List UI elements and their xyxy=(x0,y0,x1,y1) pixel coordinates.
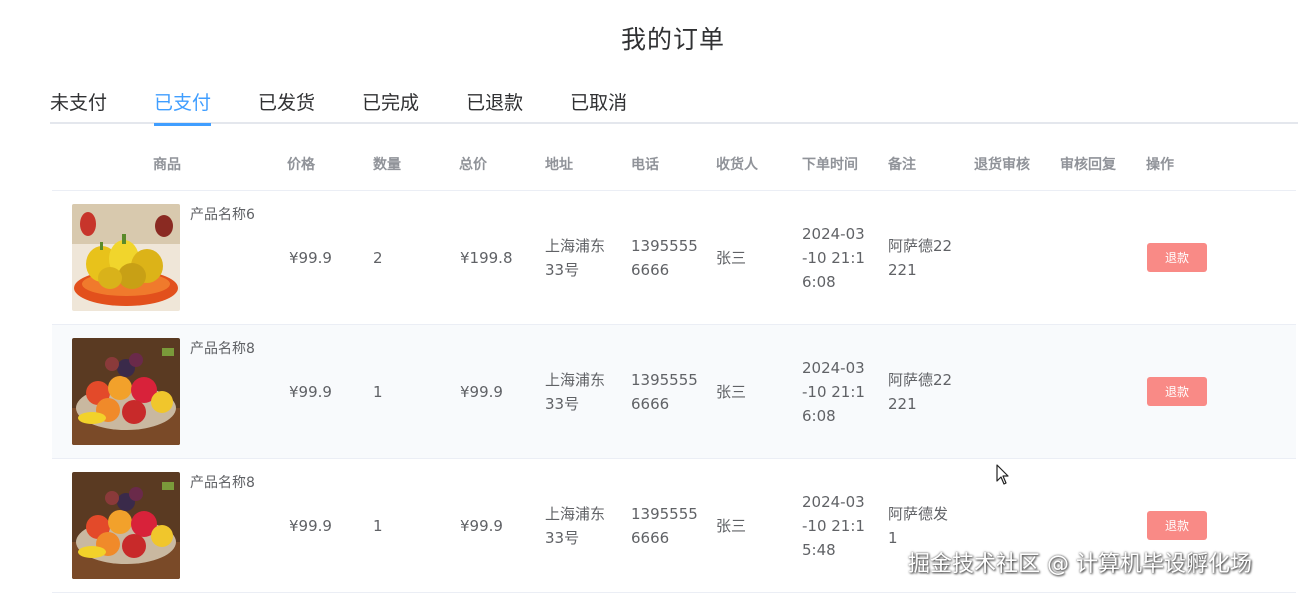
page-title: 我的订单 xyxy=(620,25,725,54)
phone-cell: 1395555 6666 xyxy=(631,505,698,547)
product-image-fruit-plate[interactable] xyxy=(72,472,180,579)
quantity-cell: 1 xyxy=(373,517,383,535)
header-refund-review: 退货审核 xyxy=(974,157,1030,173)
receiver-cell: 张三 xyxy=(716,249,747,267)
mouse-cursor-icon xyxy=(996,464,1009,485)
receiver-cell: 张三 xyxy=(716,383,747,401)
header-phone: 电话 xyxy=(631,157,659,173)
watermark: 掘金技术社区 @ 计算机毕设孵化场 xyxy=(908,552,1252,577)
header-review-reply: 审核回复 xyxy=(1060,157,1116,173)
tab-paid[interactable]: 已支付 xyxy=(154,86,212,126)
refund-button[interactable]: 退款 xyxy=(1147,243,1207,272)
receiver-cell: 张三 xyxy=(716,517,747,535)
address-cell: 上海浦东 33号 xyxy=(545,371,606,413)
header-order-time: 下单时间 xyxy=(802,157,858,173)
product-name: 产品名称8 xyxy=(190,341,255,357)
product-image-fruit-plate[interactable] xyxy=(72,338,180,445)
price-cell: ¥99.9 xyxy=(289,383,332,401)
refund-button[interactable]: 退款 xyxy=(1147,511,1207,540)
tab-unpaid[interactable]: 未支付 xyxy=(50,86,107,124)
table-row: 产品名称6 ¥99.9 2 ¥199.8 上海浦东 33号 1395555 66… xyxy=(52,191,1296,325)
refund-button[interactable]: 退款 xyxy=(1147,377,1207,406)
header-address: 地址 xyxy=(545,157,573,173)
total-cell: ¥99.9 xyxy=(460,383,503,401)
tab-shipped[interactable]: 已发货 xyxy=(258,86,315,124)
quantity-cell: 1 xyxy=(373,383,383,401)
header-total: 总价 xyxy=(459,157,487,173)
product-image-peppers[interactable] xyxy=(72,204,180,311)
order-time-cell: 2024-03 -10 21:1 6:08 xyxy=(802,359,865,425)
orders-table: 商品 价格 数量 总价 地址 电话 收货人 下单时间 备注 退货审核 审核回复 … xyxy=(52,145,1296,593)
tab-refunded[interactable]: 已退款 xyxy=(466,86,523,124)
order-time-cell: 2024-03 -10 21:1 6:08 xyxy=(802,225,865,291)
header-product: 商品 xyxy=(153,157,181,173)
tab-completed[interactable]: 已完成 xyxy=(362,86,419,124)
table-header: 商品 价格 数量 总价 地址 电话 收货人 下单时间 备注 退货审核 审核回复 … xyxy=(52,145,1296,191)
price-cell: ¥99.9 xyxy=(289,249,332,267)
header-receiver: 收货人 xyxy=(716,157,758,173)
remark-cell: 阿萨德22 221 xyxy=(888,237,953,279)
product-name: 产品名称8 xyxy=(190,475,255,491)
total-cell: ¥199.8 xyxy=(460,249,513,267)
address-cell: 上海浦东 33号 xyxy=(545,505,606,547)
product-name: 产品名称6 xyxy=(190,207,255,223)
table-row: 产品名称8 ¥99.9 1 ¥99.9 上海浦东 33号 1395555 666… xyxy=(52,325,1296,459)
quantity-cell: 2 xyxy=(373,249,383,267)
total-cell: ¥99.9 xyxy=(460,517,503,535)
header-action: 操作 xyxy=(1146,157,1174,173)
price-cell: ¥99.9 xyxy=(289,517,332,535)
order-status-tabs: 未支付 已支付 已发货 已完成 已退款 已取消 xyxy=(50,86,1298,126)
header-remark: 备注 xyxy=(888,157,916,173)
header-quantity: 数量 xyxy=(373,157,401,173)
remark-cell: 阿萨德22 221 xyxy=(888,371,953,413)
remark-cell: 阿萨德发 1 xyxy=(888,505,949,547)
phone-cell: 1395555 6666 xyxy=(631,371,698,413)
phone-cell: 1395555 6666 xyxy=(631,237,698,279)
tab-cancelled[interactable]: 已取消 xyxy=(570,86,627,124)
address-cell: 上海浦东 33号 xyxy=(545,237,606,279)
order-time-cell: 2024-03 -10 21:1 5:48 xyxy=(802,493,865,559)
header-price: 价格 xyxy=(287,157,315,173)
